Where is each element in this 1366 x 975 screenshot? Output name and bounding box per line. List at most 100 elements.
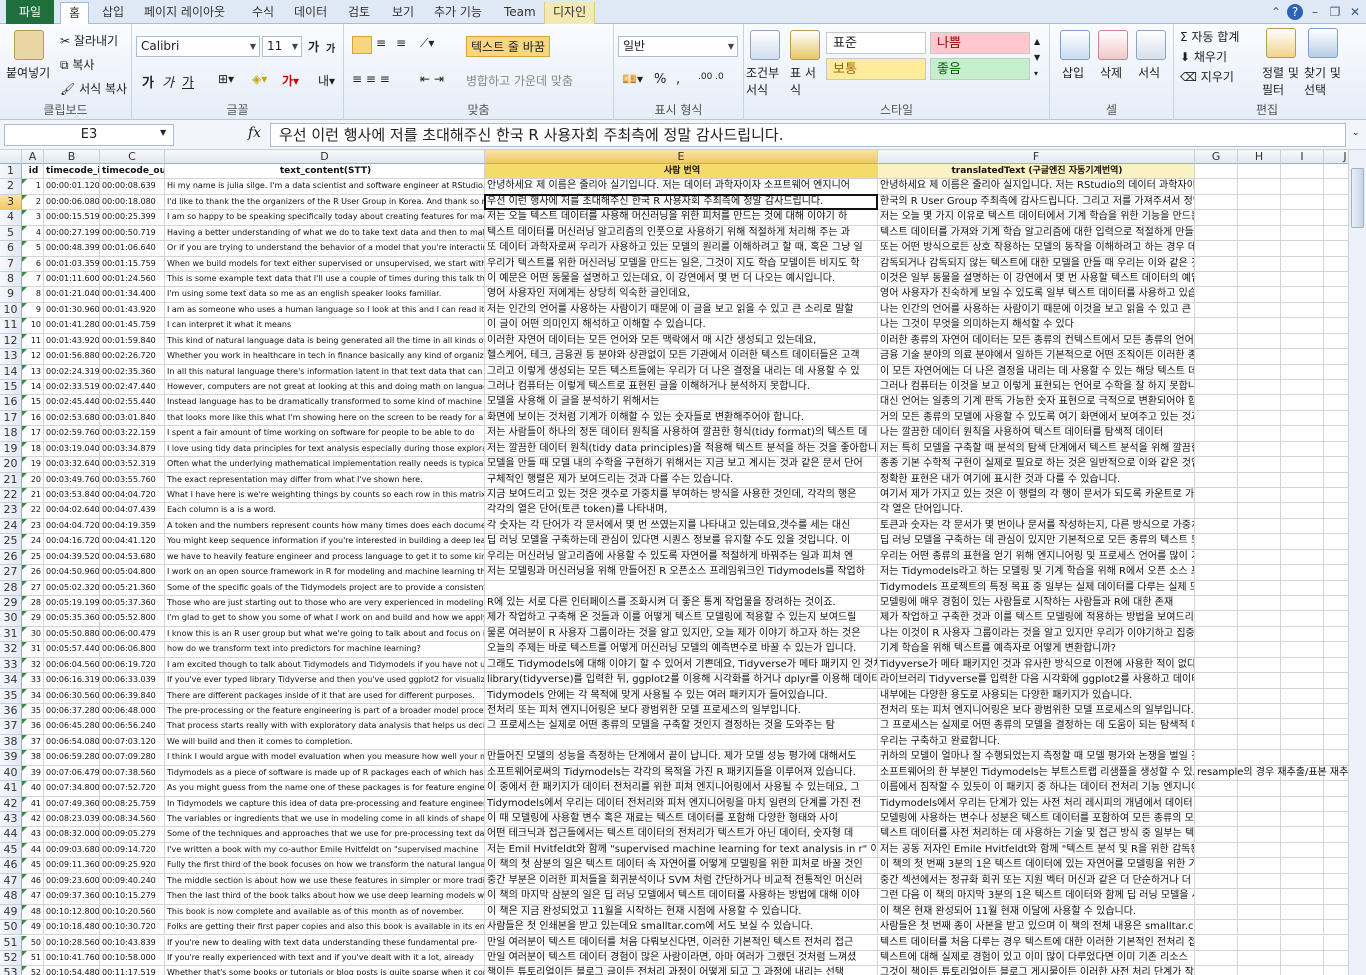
shrink-font-button[interactable]: 가	[326, 40, 335, 55]
cell[interactable]: timecode_in	[44, 164, 100, 180]
row-header[interactable]: 25	[0, 534, 22, 550]
cell[interactable]: 25	[22, 549, 44, 566]
cell[interactable]: 50	[22, 935, 44, 951]
cell[interactable]: 1	[22, 179, 44, 195]
cell[interactable]: 00:07:06.479	[44, 765, 100, 782]
cell[interactable]: 00:05:35.360	[44, 611, 100, 627]
cell[interactable]	[1195, 842, 1238, 859]
cell[interactable]: I am so happy to be speaking specificall…	[165, 210, 485, 226]
cell[interactable]: 20	[22, 472, 44, 489]
cell[interactable]: 00:10:58.000	[100, 950, 165, 967]
cell[interactable]: 우리가 텍스트를 위한 머신러닝 모델을 만드는 일은, 그것이 지도 학습 모…	[485, 256, 878, 272]
cell[interactable]: 00:01:15.759	[100, 256, 165, 272]
cell[interactable]	[1324, 673, 1348, 689]
format-cells-button[interactable]: 서식	[1138, 64, 1160, 81]
cell[interactable]: 00:06:00.479	[100, 626, 165, 643]
cell[interactable]: 21	[22, 488, 44, 504]
cell[interactable]	[1195, 256, 1238, 272]
merge-center-button[interactable]: 병합하고 가운데 맞춤	[466, 72, 573, 89]
style-normal[interactable]: 표준	[826, 32, 926, 54]
cell[interactable]: 30	[22, 626, 44, 643]
row-header[interactable]: 29	[0, 596, 22, 612]
cell[interactable]: 그리고 이렇게 생성되는 모든 텍스트들에는 우리가 더 나은 결정을 내리는 …	[485, 364, 878, 380]
cell[interactable]: 26	[22, 565, 44, 581]
column-header-F[interactable]: F	[878, 150, 1195, 164]
cell[interactable]: 00:01:43.920	[100, 302, 165, 319]
cell[interactable]	[1324, 241, 1348, 257]
indent-icon[interactable]: ⇤ ⇥	[420, 72, 444, 86]
cell[interactable]: 그 프로세스는 실제로 어떤 종류의 모델을 결정하는 데 도움이 되는 탐색적…	[878, 719, 1195, 735]
cell[interactable]: 00:05:02.320	[44, 580, 100, 597]
cell[interactable]: 00:04:53.680	[100, 549, 165, 566]
cell[interactable]	[1238, 626, 1281, 643]
cell[interactable]: The pre-processing or the feature engine…	[165, 704, 485, 720]
row-header[interactable]: 19	[0, 441, 22, 458]
cell[interactable]	[1281, 719, 1324, 735]
row-header[interactable]: 27	[0, 565, 22, 581]
tab-8[interactable]: 추가 기능	[426, 2, 490, 24]
cell[interactable]	[1324, 565, 1348, 581]
cell[interactable]	[1281, 256, 1324, 272]
row-header[interactable]: 18	[0, 426, 22, 442]
cell[interactable]: Having a better understanding of what we…	[165, 225, 485, 242]
row-header[interactable]: 21	[0, 472, 22, 489]
chevron-down-icon[interactable]: ▼	[160, 128, 166, 137]
cell[interactable]: 00:03:01.840	[100, 410, 165, 427]
cell[interactable]	[1324, 349, 1348, 365]
cell[interactable]	[1238, 719, 1281, 735]
cell[interactable]	[1238, 611, 1281, 627]
cell[interactable]	[1324, 334, 1348, 350]
row-header[interactable]: 31	[0, 626, 22, 643]
row-header[interactable]: 26	[0, 549, 22, 566]
cell[interactable]: 이러한 종류의 자연어 데이터는 모든 종류의 컨텍스트에서 모든 종류의 언어	[878, 333, 1195, 350]
clear-button[interactable]: ⌫ 지우기	[1180, 68, 1234, 85]
cell[interactable]: 00:06:30.560	[44, 688, 100, 705]
cell[interactable]: 전처리 또는 피처 엔지니어링은 보다 광범위한 모델 프로세스의 일부입니다.	[878, 704, 1195, 720]
cell[interactable]: 37	[22, 734, 44, 751]
cell[interactable]	[1324, 827, 1348, 843]
cell[interactable]: You might keep sequence information if y…	[165, 534, 485, 550]
cell[interactable]: 00:04:50.960	[44, 565, 100, 581]
number-format-combo[interactable]: 일반 ▼	[618, 36, 738, 57]
cell[interactable]	[1324, 226, 1348, 242]
row-header[interactable]: 2	[0, 179, 22, 195]
cell[interactable]: 이것은 일부 동물을 설명하는 이 강연에서 몇 번 사용할 텍스트 데이터의 …	[878, 272, 1195, 288]
cell[interactable]: 나는 이것이 R 사용자 그룹이라는 것을 알고 있지만 우리가 이야기하고 집…	[878, 626, 1195, 643]
cell[interactable]: 49	[22, 920, 44, 936]
underline-button[interactable]: 가	[182, 72, 194, 91]
cell[interactable]: 이 모든 자연어에는 더 나은 결정을 내리는 데 사용할 수 있는 해당 텍스…	[878, 364, 1195, 380]
cell[interactable]: 책이든 튜토리얼이든 블로그 글이든 전처리 과정이 어떻게 되고 그 과정에 …	[485, 966, 878, 975]
cell[interactable]: 이 책의 첫 삼분의 일은 텍스트 데이터 속 자연어를 어떻게 모델링을 위한…	[485, 858, 878, 874]
cell[interactable]	[1324, 719, 1348, 735]
cell[interactable]	[1281, 688, 1324, 705]
cell[interactable]: 44	[22, 842, 44, 859]
cell[interactable]	[1281, 920, 1324, 936]
cell[interactable]: 00:04:16.720	[44, 534, 100, 550]
cell[interactable]: text_content(STT)	[165, 164, 485, 180]
cell[interactable]: I know this is an R user group but what …	[165, 626, 485, 643]
cell[interactable]	[1238, 704, 1281, 720]
cell[interactable]: 이 예문은 어떤 동물을 설명하고 있는데요, 이 강연에서 몇 번 더 나오는…	[485, 272, 878, 288]
cell[interactable]: 또는 어떤 방식으로든 상호 작용하는 모델의 동작을 이해하려고 하는 경우 …	[878, 241, 1195, 257]
cell[interactable]: 우리는 구축하고 완료합니다.	[878, 734, 1195, 751]
cell[interactable]: 00:00:01.120	[44, 179, 100, 195]
cell[interactable]: Each column is a is a word.	[165, 503, 485, 519]
cell[interactable]	[1324, 920, 1348, 936]
font-name-combo[interactable]: Calibri ▼	[136, 36, 260, 57]
cell[interactable]: Then the last third of the book talks ab…	[165, 889, 485, 905]
cell[interactable]: 00:04:04.720	[100, 488, 165, 504]
cell[interactable]: 00:07:03.120	[100, 734, 165, 751]
row-header[interactable]: 3	[0, 194, 22, 211]
cell[interactable]: 00:07:34.800	[44, 781, 100, 797]
cell[interactable]: 00:05:19.199	[44, 596, 100, 612]
cell[interactable]	[1195, 318, 1238, 334]
row-header[interactable]: 36	[0, 704, 22, 720]
cell[interactable]	[1238, 950, 1281, 967]
cell[interactable]: 텍스트 데이터를 사전 처리하는 데 사용하는 기술 및 접근 방식 중 일부는…	[878, 827, 1195, 843]
scroll-thumb[interactable]	[1351, 168, 1364, 228]
cell[interactable]: 종종 기본 수학적 구현이 실제로 필요로 하는 것은 일반적으로 이와 같은 …	[878, 457, 1195, 473]
cell[interactable]: 00:07:09.280	[100, 750, 165, 766]
format-painter-button[interactable]: 🖌 서식 복사	[60, 80, 127, 97]
row-header[interactable]: 11	[0, 318, 22, 334]
cell[interactable]: 저는 특히 모델을 구축할 때 분석의 탐색 단계에서 텍스트 분석을 위해 깔…	[878, 441, 1195, 458]
